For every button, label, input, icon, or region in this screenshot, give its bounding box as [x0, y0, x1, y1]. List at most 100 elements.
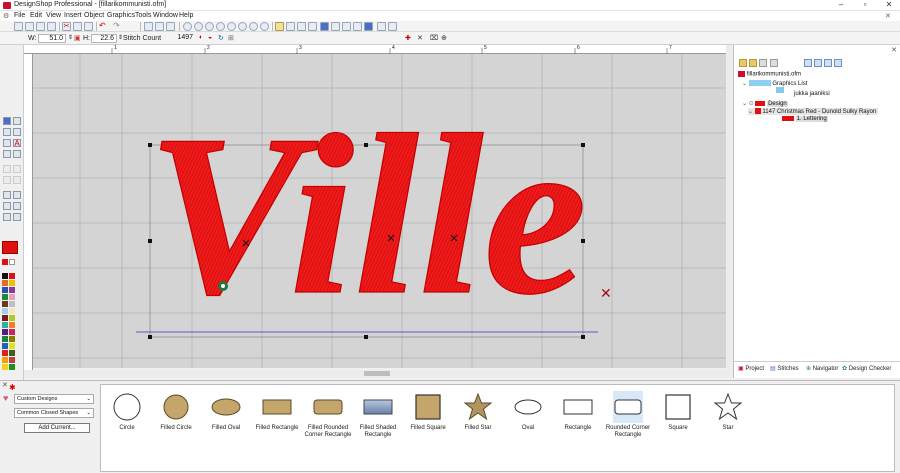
expand-icon[interactable] [834, 59, 842, 67]
ruler-icon[interactable] [308, 22, 317, 31]
tree-image[interactable]: jukka jaaniksi [794, 91, 830, 97]
run-tool-icon[interactable] [3, 150, 11, 158]
color-swatch[interactable] [9, 336, 15, 342]
shape-star[interactable]: Star [698, 391, 758, 432]
menu-tools[interactable]: Tools [135, 12, 151, 19]
color-swatch[interactable] [2, 322, 8, 328]
minimize-button[interactable]: – [830, 0, 852, 10]
width-spinner-icon[interactable]: ⇕ [68, 34, 73, 41]
tree-thread[interactable]: 1147 Christmas Red - Dunold Sulky Rayon [762, 109, 876, 115]
print-icon[interactable] [47, 22, 56, 31]
tree-root[interactable]: fillarikommunisti.ofm [747, 72, 801, 78]
magnet-tool-icon[interactable] [3, 213, 11, 221]
shapes-pin-icon[interactable]: ✱ [9, 383, 16, 392]
mirror-horizontal-icon[interactable]: ◐ [199, 34, 203, 41]
redo-icon[interactable]: ↷ [113, 22, 122, 31]
send-icon[interactable] [166, 22, 175, 31]
stitch-view-icon[interactable] [342, 22, 351, 31]
color-swatch[interactable] [9, 301, 15, 307]
panel-close-icon[interactable]: ✕ [2, 381, 8, 389]
tool-break-icon[interactable]: ⌧ [430, 34, 438, 42]
design-canvas[interactable]: Ville ✕ [33, 54, 726, 368]
width-field[interactable]: 51.0 [38, 34, 66, 43]
select-arrow-icon[interactable] [3, 117, 11, 125]
list-icon[interactable] [814, 59, 822, 67]
menu-file[interactable]: File [14, 12, 25, 19]
color-swatch[interactable] [9, 364, 15, 370]
hoop-icon[interactable] [297, 22, 306, 31]
color-swatch[interactable] [9, 280, 15, 286]
group-tool-icon[interactable] [3, 202, 11, 210]
pencil-icon[interactable] [275, 22, 284, 31]
copy-icon[interactable] [73, 22, 82, 31]
color-swatch[interactable] [9, 315, 15, 321]
rotate-icon[interactable]: ↻ [218, 34, 224, 42]
satin-tool-icon[interactable] [3, 139, 11, 147]
panel-close-icon[interactable]: ✕ [891, 46, 897, 54]
color-swatch[interactable] [2, 308, 8, 314]
zoom-selection-icon[interactable] [227, 22, 236, 31]
color-swatch[interactable] [9, 350, 15, 356]
color-swatch[interactable] [9, 322, 15, 328]
outline-view-icon[interactable] [331, 22, 340, 31]
mirror-vertical-icon[interactable]: ◒ [208, 34, 212, 41]
menu-window[interactable]: Window [153, 12, 178, 19]
end-point-marker[interactable]: ✕ [600, 286, 612, 302]
distribute-tool-icon[interactable] [13, 191, 21, 199]
zoom-previous-icon[interactable] [260, 22, 269, 31]
panel-view-icon[interactable] [770, 59, 778, 67]
color-swatch[interactable] [2, 350, 8, 356]
category-select[interactable]: Custom Designs ⌄ [14, 394, 94, 404]
design-lettering[interactable]: Ville [146, 86, 587, 342]
save-icon[interactable] [36, 22, 45, 31]
current-color-swatch[interactable] [2, 241, 18, 254]
folder-icon[interactable] [739, 59, 747, 67]
details-icon[interactable] [824, 59, 832, 67]
applique-tool-icon[interactable] [13, 150, 21, 158]
help-icon[interactable] [377, 22, 386, 31]
whats-this-icon[interactable] [388, 22, 397, 31]
color-swatch[interactable] [2, 315, 8, 321]
horizontal-scrollbar[interactable] [24, 370, 730, 378]
maximize-button[interactable]: ▫ [854, 0, 876, 10]
height-field[interactable]: 22.6 [91, 34, 117, 43]
zoom-fit-icon[interactable] [216, 22, 225, 31]
color-swatch[interactable] [2, 336, 8, 342]
color-swatch[interactable] [2, 343, 8, 349]
panel-tool-icon[interactable] [759, 59, 767, 67]
add-current-button[interactable]: Add Current... [24, 423, 90, 433]
color-swatch[interactable] [9, 294, 15, 300]
tab-stitches[interactable]: ▤ Stitches [770, 365, 799, 372]
tab-design-checker[interactable]: ✿ Design Checker [842, 365, 891, 372]
color-swatch[interactable] [2, 329, 8, 335]
lock-aspect-icon[interactable]: ▣ [74, 34, 81, 42]
fill-tool-icon[interactable] [3, 128, 11, 136]
color-swatch[interactable] [2, 357, 8, 363]
paste-icon[interactable] [84, 22, 93, 31]
tree-design[interactable]: Design [767, 101, 788, 107]
color-swatch[interactable] [2, 259, 8, 265]
menu-view[interactable]: View [46, 12, 61, 19]
menu-help[interactable]: Help [179, 12, 193, 19]
new-icon[interactable] [14, 22, 23, 31]
zoom-100-icon[interactable] [249, 22, 258, 31]
favorites-heart-icon[interactable]: ♥ [3, 393, 8, 403]
grid-icon[interactable] [286, 22, 295, 31]
realistic-view-icon[interactable] [364, 22, 373, 31]
text-tool-icon[interactable]: A [13, 139, 21, 148]
zoom-out-icon[interactable] [205, 22, 214, 31]
node-edit-icon[interactable] [13, 117, 21, 125]
close-button[interactable]: ✕ [878, 0, 900, 10]
color-swatch[interactable] [2, 301, 8, 307]
ungroup-tool-icon[interactable] [13, 202, 21, 210]
menu-object[interactable]: Object [84, 12, 104, 19]
color-swatch[interactable] [2, 294, 8, 300]
preview-icon[interactable] [155, 22, 164, 31]
tool-node-icon[interactable]: ✚ [405, 34, 411, 42]
sort-icon[interactable] [804, 59, 812, 67]
scroll-thumb[interactable] [364, 371, 390, 376]
color-swatch[interactable] [9, 273, 15, 279]
color-swatch[interactable] [9, 259, 15, 265]
open-icon[interactable] [25, 22, 34, 31]
pen-tool-icon[interactable] [13, 128, 21, 136]
